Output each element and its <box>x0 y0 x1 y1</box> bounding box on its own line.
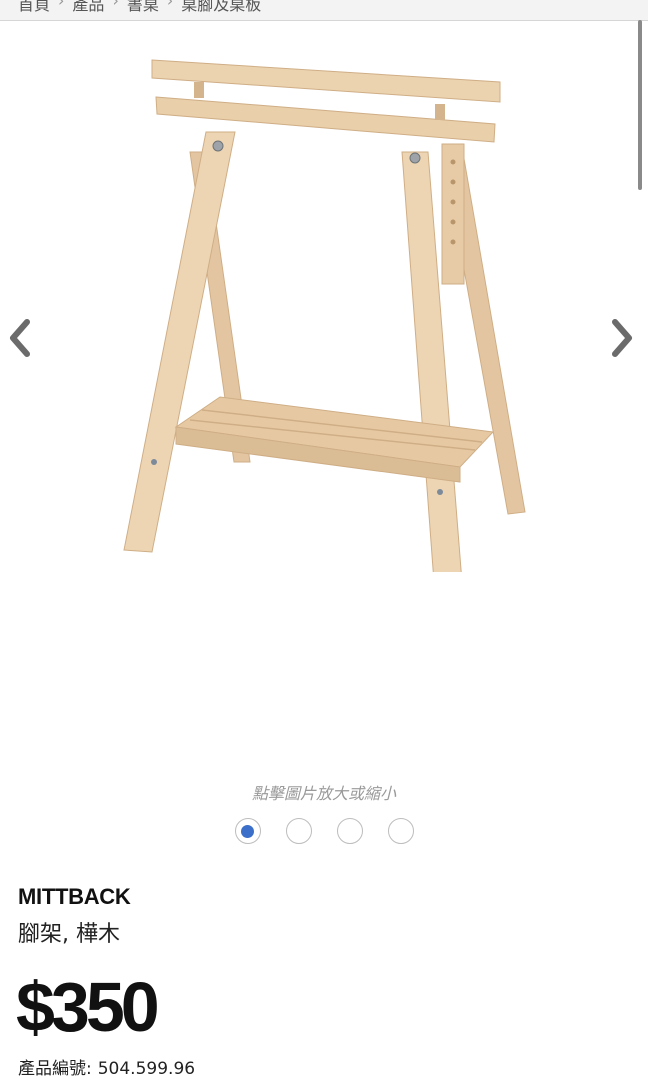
breadcrumb-item-legs-tops[interactable]: 桌腳及桌板 <box>181 0 261 15</box>
article-number-label: 產品編號: <box>18 1059 92 1079</box>
breadcrumb-item-products[interactable]: 產品 <box>72 0 104 15</box>
product-name: MITTBACK <box>18 884 131 909</box>
image-gallery <box>0 22 648 762</box>
breadcrumb-separator: › <box>58 0 65 10</box>
breadcrumb-separator: › <box>166 0 174 10</box>
breadcrumb-separator: › <box>112 0 119 10</box>
gallery-dot-2[interactable] <box>285 818 312 844</box>
article-number-value: 504.599.96 <box>97 1059 196 1079</box>
breadcrumb: 首頁 › 產品 › 書桌 › 桌腳及桌板 <box>18 0 269 15</box>
chevron-left-icon <box>10 319 30 357</box>
breadcrumb-bar: 首頁 › 產品 › 書桌 › 桌腳及桌板 <box>0 0 648 21</box>
product-image-trestle[interactable] <box>110 52 540 572</box>
previous-image-button[interactable] <box>0 318 40 358</box>
next-image-button[interactable] <box>602 318 642 358</box>
article-number: 產品編號: 504.599.96 <box>18 1054 195 1079</box>
breadcrumb-item-desks[interactable]: 書桌 <box>127 0 159 15</box>
chevron-right-icon <box>612 319 632 357</box>
gallery-dot-4[interactable] <box>387 818 414 844</box>
gallery-dot-1[interactable] <box>234 818 261 844</box>
breadcrumb-item-home[interactable]: 首頁 <box>18 0 50 15</box>
product-price: $350 <box>16 968 160 1046</box>
gallery-pagination <box>0 818 648 844</box>
product-description: 腳架, 樺木 <box>18 922 120 947</box>
zoom-hint: 點擊圖片放大或縮小 <box>251 784 396 803</box>
gallery-dot-3[interactable] <box>336 818 363 844</box>
